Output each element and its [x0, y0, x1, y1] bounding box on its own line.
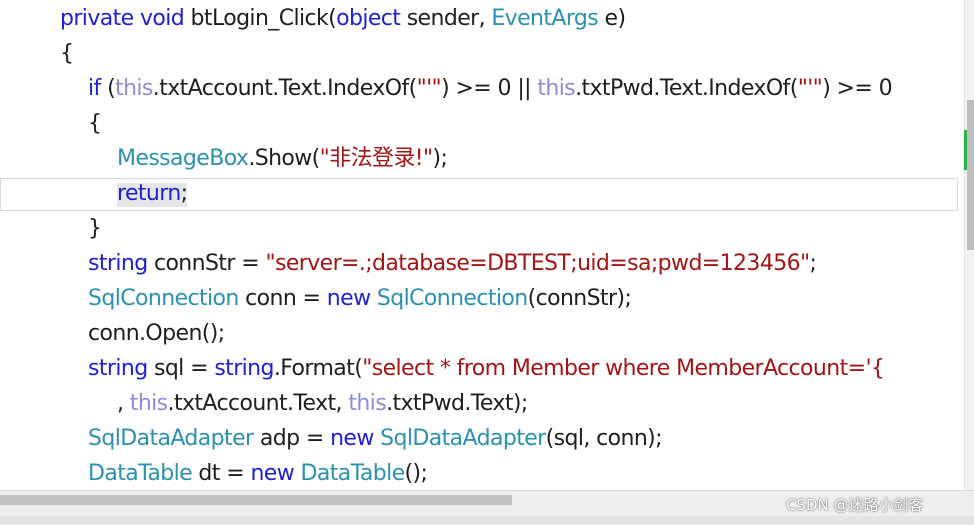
vertical-scrollbar[interactable]	[964, 0, 974, 490]
code-line[interactable]: {	[60, 37, 74, 71]
code-token: {	[88, 111, 102, 136]
code-token: SqlDataAdapter	[88, 426, 260, 451]
code-token: adp =	[259, 426, 331, 451]
code-token: "'"	[416, 76, 442, 101]
code-line[interactable]: }	[88, 212, 102, 246]
code-token: this	[537, 76, 576, 101]
code-token: MessageBox	[117, 146, 249, 171]
code-token: (	[107, 76, 116, 101]
code-token: new	[250, 461, 301, 486]
code-line[interactable]: DataTable dt = new DataTable();	[88, 457, 428, 490]
code-token: .Show(	[248, 146, 320, 171]
code-token: SqlDataAdapter	[380, 426, 546, 451]
code-token: }	[88, 216, 102, 241]
code-token: {	[60, 41, 74, 66]
code-line[interactable]: SqlDataAdapter adp = new SqlDataAdapter(…	[88, 422, 663, 456]
change-marker	[964, 130, 967, 170]
code-token: object	[336, 6, 407, 31]
code-token: "非法登录!"	[319, 146, 433, 171]
code-token: "'"	[797, 76, 823, 101]
code-token: ;	[809, 251, 817, 276]
watermark: CSDN @迷路小剑客	[786, 496, 924, 514]
code-token: new	[330, 426, 381, 451]
code-token: DataTable	[88, 461, 199, 486]
code-token: string	[214, 356, 274, 381]
code-token: DataTable	[300, 461, 406, 486]
code-line[interactable]: conn.Open();	[88, 317, 225, 351]
code-token: return	[117, 181, 181, 206]
code-token: private	[60, 6, 140, 31]
code-token: void	[139, 6, 191, 31]
code-line[interactable]: SqlConnection conn = new SqlConnection(c…	[88, 282, 632, 316]
status-strip	[0, 516, 974, 524]
code-line[interactable]: string sql = string.Format("select * fro…	[88, 352, 885, 386]
code-token: );	[432, 146, 448, 171]
code-line[interactable]: MessageBox.Show("非法登录!");	[117, 142, 448, 176]
horizontal-scroll-thumb[interactable]	[0, 495, 512, 505]
code-line[interactable]: if (this.txtAccount.Text.IndexOf("'") >=…	[88, 72, 893, 106]
code-token: this	[348, 391, 387, 416]
code-token: conn.Open();	[88, 321, 225, 346]
code-token: ,	[117, 391, 130, 416]
code-token: e)	[604, 6, 627, 31]
editor-gutter	[0, 0, 14, 490]
code-token: this	[129, 391, 168, 416]
code-line[interactable]: string connStr = "server=.;database=DBTE…	[88, 247, 817, 281]
code-token: ();	[404, 461, 428, 486]
code-line[interactable]: private void btLogin_Click(object sender…	[60, 2, 627, 36]
code-token: .txtPwd.Text);	[386, 391, 528, 416]
code-token: this	[115, 76, 153, 101]
code-token: EventArgs	[491, 6, 605, 31]
code-token: dt =	[198, 461, 251, 486]
code-token: ) >= 0 ||	[441, 76, 538, 101]
code-token: connStr =	[153, 251, 266, 276]
code-token: btLogin_Click(	[190, 6, 337, 31]
code-token: SqlConnection	[88, 286, 246, 311]
code-token: (sql, conn);	[545, 426, 663, 451]
code-token: .Format(	[273, 356, 363, 381]
code-token: .txtAccount.Text.IndexOf(	[152, 76, 417, 101]
code-token: sql =	[153, 356, 215, 381]
code-token: "server=.;database=DBTEST;uid=sa;pwd=123…	[265, 251, 810, 276]
code-token: conn =	[245, 286, 327, 311]
code-token: if	[88, 76, 108, 101]
code-token: sender,	[406, 6, 492, 31]
code-token: (connStr);	[527, 286, 632, 311]
code-token: .txtAccount.Text,	[167, 391, 349, 416]
code-token: ;	[180, 181, 188, 206]
code-token: new	[326, 286, 377, 311]
code-token: string	[88, 356, 154, 381]
code-token: string	[88, 251, 154, 276]
vertical-scroll-thumb[interactable]	[967, 100, 974, 250]
code-token: "select * from Member where MemberAccoun…	[362, 356, 885, 381]
code-token: ) >= 0	[822, 76, 893, 101]
code-line[interactable]: return;	[117, 177, 188, 211]
code-token: SqlConnection	[376, 286, 528, 311]
code-line[interactable]: {	[88, 107, 102, 141]
code-editor[interactable]: private void btLogin_Click(object sender…	[0, 0, 964, 490]
code-token: .txtPwd.Text.IndexOf(	[575, 76, 798, 101]
code-line[interactable]: , this.txtAccount.Text, this.txtPwd.Text…	[117, 387, 528, 421]
